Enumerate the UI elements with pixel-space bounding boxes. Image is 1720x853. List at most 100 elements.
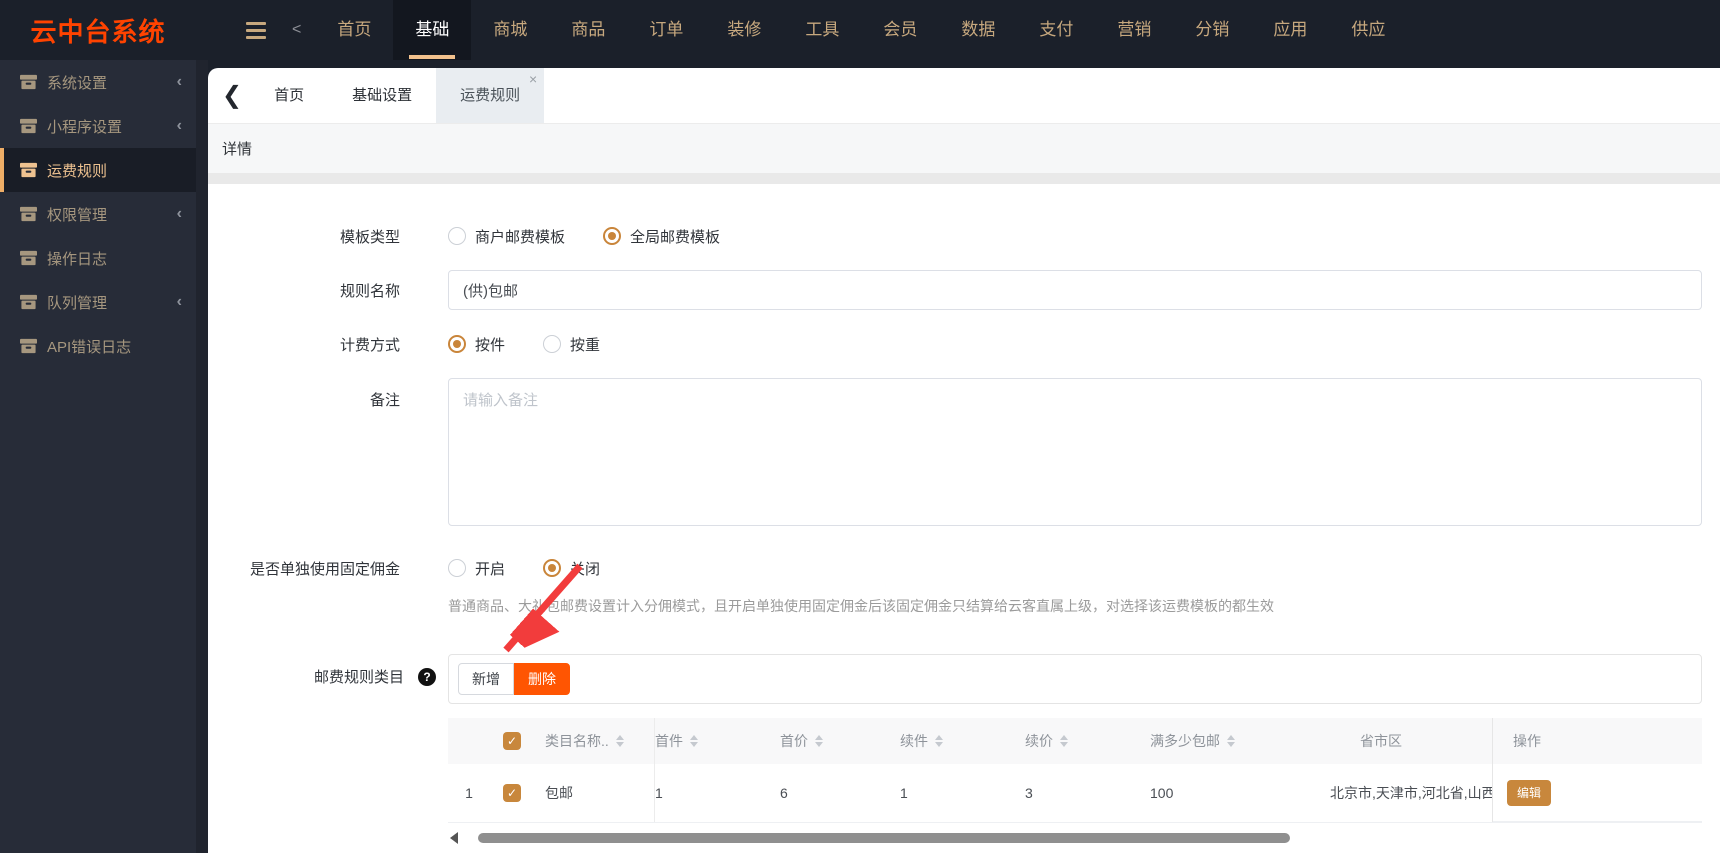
sidebar-item-2[interactable]: 运费规则 <box>0 148 196 192</box>
radio-option-1[interactable]: 按重 <box>543 334 600 355</box>
edit-button[interactable]: 编辑 <box>1507 779 1552 806</box>
sidebar-item-label: API错误日志 <box>47 338 132 356</box>
row-cell-1: 1 <box>655 785 663 801</box>
sort-icon[interactable] <box>1060 735 1068 747</box>
column-header-1[interactable]: 首件 <box>655 731 780 751</box>
radio-unselected-icon[interactable] <box>448 227 466 245</box>
radio-option-1[interactable]: 关闭 <box>543 558 600 579</box>
top-bar: 云中台系统 < 首页 基础 商城 商品 订单 装修 工具 会员 数据 支付 营销 分销 应用 供应 <box>0 0 1720 60</box>
nav-item-7[interactable]: 会员 <box>861 0 939 60</box>
remark-textarea[interactable] <box>448 378 1702 526</box>
fixed-commission-radio-group: 开启 关闭 <box>448 558 1702 579</box>
sidebar-item-1[interactable]: 小程序设置 ‹ <box>0 104 196 148</box>
nav-item-3[interactable]: 商品 <box>549 0 627 60</box>
nav-item-2[interactable]: 商城 <box>471 0 549 60</box>
tab-0[interactable]: 首页 <box>250 68 328 123</box>
sort-icon[interactable] <box>615 735 624 747</box>
sort-icon[interactable] <box>815 735 823 747</box>
chevron-left-icon: ‹ <box>176 117 182 134</box>
app-logo: 云中台系统 <box>30 16 166 47</box>
select-all-checkbox[interactable]: ✓ <box>503 732 521 750</box>
sidebar-item-label: 运费规则 <box>47 162 108 180</box>
archive-box-icon <box>20 162 37 178</box>
billing-radio-group: 按件 按重 <box>448 334 1702 355</box>
add-button[interactable]: 新增 <box>458 663 514 695</box>
nav-item-13[interactable]: 供应 <box>1329 0 1407 60</box>
radio-selected-icon[interactable] <box>603 227 622 245</box>
radio-option-0[interactable]: 按件 <box>448 334 505 355</box>
nav-item-8[interactable]: 数据 <box>939 0 1017 60</box>
radio-option-0[interactable]: 开启 <box>448 558 505 579</box>
nav-item-0[interactable]: 首页 <box>315 0 393 60</box>
column-label: 续件 <box>900 733 928 749</box>
form-row-remark: 备注 <box>208 378 1720 526</box>
sidebar-item-6[interactable]: API错误日志 <box>0 324 196 368</box>
radio-selected-icon[interactable] <box>448 335 466 353</box>
radio-label: 全局邮费模板 <box>630 228 721 246</box>
nav-item-6[interactable]: 工具 <box>783 0 861 60</box>
sort-asc-caret <box>935 735 943 740</box>
sort-desc-caret <box>615 742 624 747</box>
column-header-5[interactable]: 满多少包邮 <box>1150 731 1330 751</box>
nav-item-10[interactable]: 营销 <box>1095 0 1173 60</box>
nav-back-icon[interactable]: < <box>292 21 301 39</box>
rule-name-input[interactable] <box>448 270 1702 310</box>
form-row-fixed-commission: 是否单独使用固定佣金 开启 关闭 <box>208 548 1720 588</box>
radio-unselected-icon[interactable] <box>448 559 466 577</box>
archive-box-icon <box>20 294 37 310</box>
nav-item-11[interactable]: 分销 <box>1173 0 1251 60</box>
column-header-0[interactable]: 类目名称.. <box>534 718 655 764</box>
tab-2[interactable]: 运费规则 × <box>436 68 545 123</box>
radio-label: 商户邮费模板 <box>475 228 566 246</box>
nav-item-4[interactable]: 订单 <box>627 0 705 60</box>
nav-item-1[interactable]: 基础 <box>393 0 472 60</box>
sidebar-item-label: 小程序设置 <box>47 118 123 136</box>
radio-label: 按重 <box>570 336 601 354</box>
radio-selected-icon[interactable] <box>543 559 562 577</box>
help-icon[interactable]: ? <box>418 667 436 686</box>
hamburger-menu-icon[interactable] <box>246 21 266 39</box>
sort-asc-caret <box>615 735 624 740</box>
column-header-2[interactable]: 首价 <box>780 731 900 751</box>
field-label-with-help: 邮费规则类目 ? <box>208 654 448 687</box>
delete-button[interactable]: 删除 <box>514 663 570 695</box>
radio-label: 关闭 <box>570 560 601 578</box>
scrollbar-thumb[interactable] <box>478 833 1290 843</box>
archive-icon <box>20 294 37 310</box>
sidebar-item-4[interactable]: 操作日志 <box>0 236 196 280</box>
archive-box-icon <box>20 118 37 134</box>
action-column-rows: 编辑 <box>1493 764 1702 822</box>
sort-icon[interactable] <box>1227 735 1235 747</box>
radio-option-0[interactable]: 商户邮费模板 <box>448 226 565 247</box>
archive-box-icon <box>20 338 37 354</box>
field-label: 备注 <box>369 392 400 409</box>
radio-option-1[interactable]: 全局邮费模板 <box>603 226 720 247</box>
sort-icon[interactable] <box>690 735 698 747</box>
form-row-rule-name: 规则名称 <box>208 270 1720 310</box>
sort-desc-caret <box>1227 742 1235 747</box>
radio-label: 开启 <box>475 560 506 578</box>
header-checkbox-cell: ✓ <box>490 732 534 750</box>
scroll-left-arrow-icon[interactable] <box>450 832 458 844</box>
nav-item-5[interactable]: 装修 <box>705 0 783 60</box>
archive-icon <box>20 118 37 134</box>
field-label: 计费方式 <box>339 336 400 354</box>
sort-icon[interactable] <box>935 735 943 747</box>
tabs-back-chevron-icon[interactable]: ❮ <box>222 68 242 123</box>
column-header-3[interactable]: 续件 <box>900 731 1025 751</box>
close-icon[interactable]: × <box>529 72 537 86</box>
sidebar-item-5[interactable]: 队列管理 ‹ <box>0 280 196 324</box>
radio-unselected-icon[interactable] <box>543 335 562 353</box>
tab-label: 基础设置 <box>352 87 413 104</box>
row-checkbox[interactable]: ✓ <box>503 784 521 802</box>
column-header-4[interactable]: 续价 <box>1025 731 1150 751</box>
sidebar-item-3[interactable]: 权限管理 ‹ <box>0 192 196 236</box>
archive-icon <box>20 338 37 354</box>
sort-asc-caret <box>1227 735 1235 740</box>
tab-1[interactable]: 基础设置 <box>328 68 436 123</box>
template-type-radio-group: 商户邮费模板 全局邮费模板 <box>448 226 1702 247</box>
sidebar-item-0[interactable]: 系统设置 ‹ <box>0 60 196 104</box>
nav-item-9[interactable]: 支付 <box>1017 0 1095 60</box>
sort-asc-caret <box>815 735 823 740</box>
nav-item-12[interactable]: 应用 <box>1251 0 1329 60</box>
